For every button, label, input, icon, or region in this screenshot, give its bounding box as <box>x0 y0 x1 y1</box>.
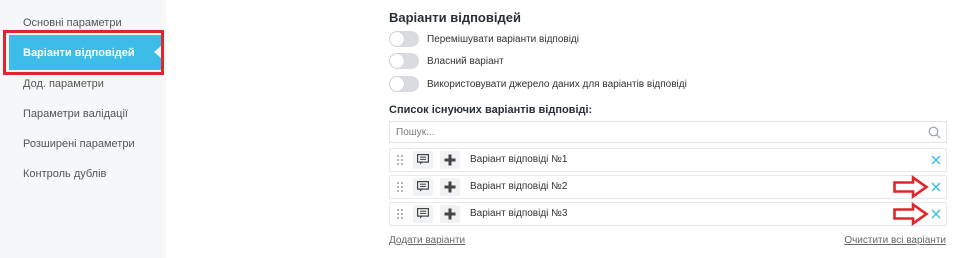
annotation-arrow-icon <box>893 202 929 226</box>
comment-icon <box>417 154 429 165</box>
sidebar-item-duplicate-control[interactable]: Контроль дублів <box>23 168 106 180</box>
sidebar-item-main-params[interactable]: Основні параметри <box>23 17 122 29</box>
add-sub-button[interactable] <box>440 178 460 196</box>
toggle-shuffle-row: Перемішувати варіанти відповіді <box>389 30 579 48</box>
toggle-own-option-row: Власний варіант <box>389 52 504 70</box>
sidebar-item-extra-params[interactable]: Дод. параметри <box>23 78 104 90</box>
option-label: Варіант відповіді №3 <box>470 208 568 219</box>
toggle-label: Власний варіант <box>427 55 504 67</box>
toggle-own-option[interactable] <box>389 53 419 69</box>
plus-icon <box>444 208 456 220</box>
comment-button[interactable] <box>413 178 433 196</box>
section-title: Варіанти відповідей <box>389 10 521 25</box>
sidebar-item-label: Варіанти відповідей <box>23 47 135 59</box>
drag-handle-icon[interactable] <box>396 154 404 166</box>
option-label: Варіант відповіді №1 <box>470 154 568 165</box>
annotation-arrow-icon <box>893 175 929 199</box>
add-options-link[interactable]: Додати варіанти <box>389 235 465 246</box>
close-icon[interactable] <box>930 181 942 193</box>
sidebar: Основні параметри Варіанти відповідей До… <box>0 0 166 258</box>
plus-icon <box>444 181 456 193</box>
option-row: Варіант відповіді №3 <box>389 202 947 226</box>
plus-icon <box>444 154 456 166</box>
drag-handle-icon[interactable] <box>396 208 404 220</box>
search-icon[interactable] <box>928 126 941 139</box>
sidebar-item-answer-options[interactable]: Варіанти відповідей <box>9 35 161 70</box>
close-icon[interactable] <box>930 154 942 166</box>
toggle-data-source-row: Використовувати джерело даних для варіан… <box>389 75 687 93</box>
toggle-data-source[interactable] <box>389 76 419 92</box>
search-input[interactable] <box>396 122 916 142</box>
clear-all-options-link[interactable]: Очистити всі варіанти <box>844 235 946 246</box>
search-box <box>389 121 947 143</box>
sidebar-item-advanced-params[interactable]: Розширені параметри <box>23 138 135 150</box>
option-label: Варіант відповіді №2 <box>470 181 568 192</box>
options-list-title: Список існуючих варіантів відповіді: <box>389 104 593 116</box>
toggle-label: Перемішувати варіанти відповіді <box>427 33 579 45</box>
option-row: Варіант відповіді №1 <box>389 148 947 172</box>
add-sub-button[interactable] <box>440 205 460 223</box>
drag-handle-icon[interactable] <box>396 181 404 193</box>
comment-button[interactable] <box>413 205 433 223</box>
add-sub-button[interactable] <box>440 151 460 169</box>
comment-icon <box>417 181 429 192</box>
close-icon[interactable] <box>930 208 942 220</box>
comment-button[interactable] <box>413 151 433 169</box>
toggle-shuffle[interactable] <box>389 31 419 47</box>
sidebar-item-validation-params[interactable]: Параметри валідації <box>23 108 128 120</box>
comment-icon <box>417 208 429 219</box>
option-row: Варіант відповіді №2 <box>389 175 947 199</box>
toggle-label: Використовувати джерело даних для варіан… <box>427 78 687 90</box>
